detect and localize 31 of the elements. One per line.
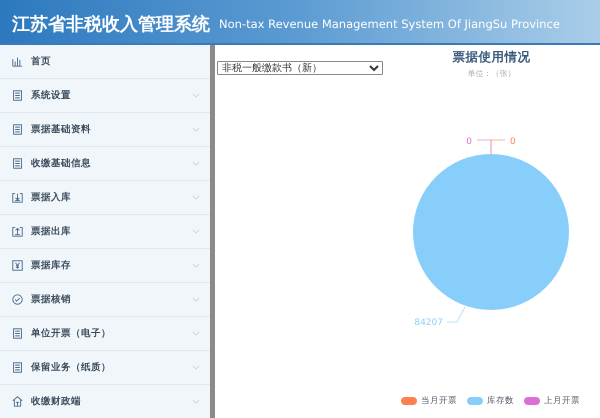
upload-icon <box>12 226 23 237</box>
scrollbar[interactable] <box>210 45 215 418</box>
document-icon <box>12 362 23 373</box>
legend-swatch-icon <box>524 397 540 405</box>
check-circle-icon <box>12 294 23 305</box>
legend-item[interactable]: 当月开票 <box>401 395 457 407</box>
legend-label: 当月开票 <box>421 395 457 407</box>
document-icon <box>12 90 23 101</box>
leader-line <box>446 306 466 322</box>
document-icon <box>12 124 23 135</box>
legend-label: 库存数 <box>487 395 514 407</box>
bar-chart-icon <box>12 56 23 67</box>
legend-item[interactable]: 库存数 <box>467 395 514 407</box>
legend-swatch-icon <box>467 397 483 405</box>
legend-swatch-icon <box>401 397 417 405</box>
document-icon <box>12 328 23 339</box>
data-label: 0 <box>466 137 472 147</box>
data-label: 0 <box>510 137 516 147</box>
chart-title: 票据使用情况 <box>452 49 530 66</box>
document-icon <box>12 158 23 169</box>
data-label: 84207 <box>414 318 443 328</box>
download-icon <box>12 192 23 203</box>
chart-subtitle: 单位：（张） <box>468 68 516 79</box>
legend-label: 上月开票 <box>544 395 580 407</box>
bill-type-select[interactable]: 非税一般缴款书（新） <box>217 61 383 75</box>
leader-line <box>476 140 492 154</box>
app-title: 江苏省非税收入管理系统 <box>12 12 210 36</box>
app-subtitle: Non-tax Revenue Management System Of JiangSu Province <box>219 16 560 30</box>
house-icon <box>12 396 23 407</box>
yen-icon <box>12 260 23 271</box>
legend-item[interactable]: 上月开票 <box>524 395 580 407</box>
